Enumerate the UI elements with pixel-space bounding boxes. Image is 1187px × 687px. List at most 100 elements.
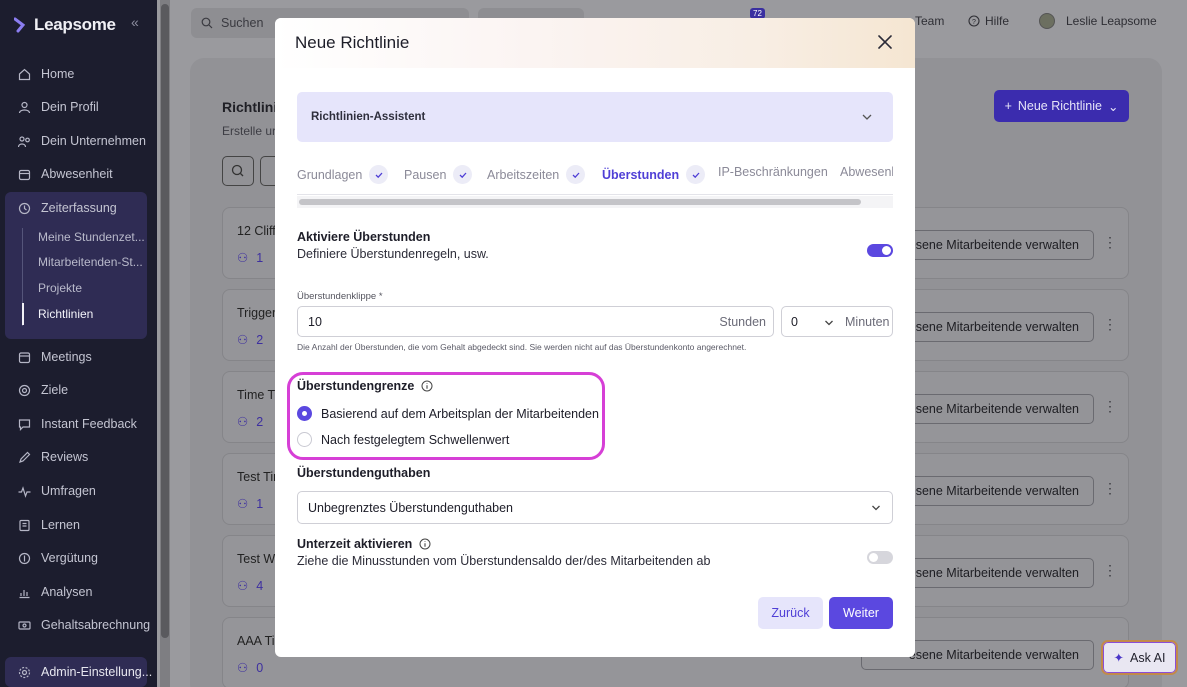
nav-item-compensation[interactable]: Vergütung — [10, 545, 150, 571]
check-icon — [686, 165, 706, 184]
close-icon[interactable] — [875, 32, 895, 52]
overtime-toggle[interactable] — [867, 244, 893, 257]
coins-icon — [18, 552, 31, 564]
nav-item-absence[interactable]: Abwesenheit — [10, 161, 150, 187]
filter-search-button[interactable] — [222, 156, 254, 186]
radio-selected[interactable] — [297, 406, 312, 421]
back-button[interactable]: Zurück — [758, 597, 823, 629]
nav-item-reviews[interactable]: Reviews — [10, 444, 150, 470]
count-value: 1 — [256, 250, 264, 265]
radio-unselected[interactable] — [297, 432, 312, 447]
nav-item-surveys[interactable]: Umfragen — [10, 478, 150, 504]
nav-item-goals[interactable]: Ziele — [10, 377, 150, 403]
nav-item-profile[interactable]: Dein Profil — [10, 94, 150, 120]
team-link[interactable]: Team — [915, 14, 944, 28]
brand-logo[interactable]: Leapsome — [14, 15, 116, 35]
sub-item-projects[interactable]: Projekte — [38, 281, 82, 295]
nav-item-label: Dein Profil — [41, 100, 99, 114]
steps-scrollbar-thumb[interactable] — [299, 199, 861, 205]
step-basics[interactable]: Grundlagen — [297, 165, 389, 184]
step-working-hours[interactable]: Arbeitszeiten — [487, 165, 586, 184]
chevron-down-icon — [872, 505, 880, 511]
target-icon — [18, 384, 31, 396]
limit-option-threshold[interactable]: Nach festgelegtem Schwellenwert — [297, 432, 509, 447]
cliff-minutes-select[interactable]: 0 Minuten — [781, 306, 893, 337]
policy-name: 12 Cliff — [237, 224, 276, 238]
ask-ai-label: Ask AI — [1130, 650, 1166, 665]
policy-name: Trigger — [237, 306, 277, 320]
sub-item-employee-timesheets[interactable]: Mitarbeitenden-St... — [38, 255, 143, 269]
kebab-menu-icon[interactable]: ⋮ — [1103, 316, 1117, 333]
calendar-icon — [18, 351, 31, 363]
brand-name: Leapsome — [34, 15, 116, 34]
nav-item-home[interactable]: Home — [10, 61, 150, 87]
people-icon: ⚇ — [237, 415, 249, 429]
balance-select[interactable]: Unbegrenztes Überstundenguthaben — [297, 491, 893, 524]
cliff-hours-input[interactable]: 10 Stunden — [297, 306, 774, 337]
nav-item-company[interactable]: Dein Unternehmen — [10, 128, 150, 154]
nav-item-label: Gehaltsabrechnung — [41, 618, 151, 632]
nav-item-label: Abwesenheit — [41, 167, 113, 181]
nav-item-analytics[interactable]: Analysen — [10, 579, 150, 605]
count-value: 2 — [256, 332, 264, 347]
step-label: Grundlagen — [297, 167, 363, 182]
assignee-count: ⚇ 2 — [237, 414, 264, 430]
collapse-sidebar-icon[interactable]: « — [131, 14, 139, 30]
assignee-count: ⚇ 1 — [237, 250, 264, 266]
option-label: Basierend auf dem Arbeitsplan der Mitarb… — [321, 406, 599, 421]
step-breaks[interactable]: Pausen — [404, 165, 473, 184]
nav-item-meetings[interactable]: Meetings — [10, 344, 150, 370]
nav-item-learning[interactable]: Lernen — [10, 512, 150, 538]
nav-item-admin-settings[interactable]: Admin-Einstellung... — [10, 659, 152, 685]
search-icon — [201, 17, 213, 29]
hours-unit: Stunden — [719, 314, 766, 329]
cliff-label: Überstundenklippe * — [297, 291, 383, 302]
user-menu[interactable]: Leslie Leapsome — [1039, 13, 1157, 29]
kebab-menu-icon[interactable]: ⋮ — [1103, 562, 1117, 579]
sub-item-my-timesheets[interactable]: Meine Stundenzet... — [38, 230, 145, 244]
book-icon — [19, 519, 30, 531]
nav-item-payroll[interactable]: Gehaltsabrechnung — [10, 612, 150, 638]
count-value: 1 — [256, 496, 264, 511]
nav-item-label: Instant Feedback — [41, 417, 137, 431]
info-icon[interactable] — [419, 538, 431, 550]
team-label: Team — [915, 14, 945, 28]
help-link[interactable]: ? Hilfe — [968, 14, 1009, 28]
scrollbar-thumb[interactable] — [161, 4, 169, 638]
nav-item-label: Analysen — [41, 585, 93, 599]
nav-item-label: Vergütung — [41, 551, 98, 565]
kebab-menu-icon[interactable]: ⋮ — [1103, 234, 1117, 251]
chevron-down-icon: ⌄ — [1107, 99, 1119, 114]
info-icon[interactable] — [421, 380, 433, 392]
count-value: 2 — [256, 414, 264, 429]
wizard-steps: Grundlagen Pausen Arbeitszeiten Überstun… — [297, 165, 893, 193]
policy-assistant-accordion[interactable]: Richtlinien-Assistent — [297, 92, 893, 142]
new-policy-button[interactable]: + Neue Richtlinie ⌄ — [994, 90, 1129, 122]
undertime-toggle[interactable] — [867, 551, 893, 564]
money-icon — [18, 620, 31, 630]
step-ip-restrictions[interactable]: IP-Beschränkungen — [718, 165, 828, 179]
clock-icon — [18, 202, 31, 214]
nav-item-label: Zeiterfassung — [41, 201, 117, 215]
people-icon: ⚇ — [237, 497, 249, 511]
limit-title: Überstundengrenze — [297, 379, 415, 393]
nav-item-instant-feedback[interactable]: Instant Feedback — [10, 411, 150, 437]
next-button[interactable]: Weiter — [829, 597, 893, 629]
kebab-menu-icon[interactable]: ⋮ — [1103, 398, 1117, 415]
overtime-title: Aktiviere Überstunden — [297, 230, 431, 244]
assignee-count: ⚇ 2 — [237, 332, 264, 348]
page-subtitle: Erstelle ur — [222, 124, 277, 138]
sub-item-policies[interactable]: Richtlinien — [38, 307, 93, 321]
step-label: Pausen — [404, 167, 447, 182]
policy-name: AAA Ti — [237, 634, 275, 648]
gear-icon — [18, 666, 31, 678]
step-overtime[interactable]: Überstunden — [602, 165, 706, 184]
page-title: Richtlini — [222, 99, 278, 115]
nav-item-time-tracking[interactable]: Zeiterfassung — [10, 195, 150, 221]
ask-ai-button[interactable]: ✦ Ask AI — [1101, 640, 1178, 675]
kebab-menu-icon[interactable]: ⋮ — [1103, 480, 1117, 497]
sidebar-scrollbar[interactable] — [160, 0, 170, 687]
step-absence[interactable]: Abwesenl — [840, 165, 893, 179]
limit-option-schedule[interactable]: Basierend auf dem Arbeitsplan der Mitarb… — [297, 406, 599, 421]
help-label: Hilfe — [985, 14, 1010, 28]
